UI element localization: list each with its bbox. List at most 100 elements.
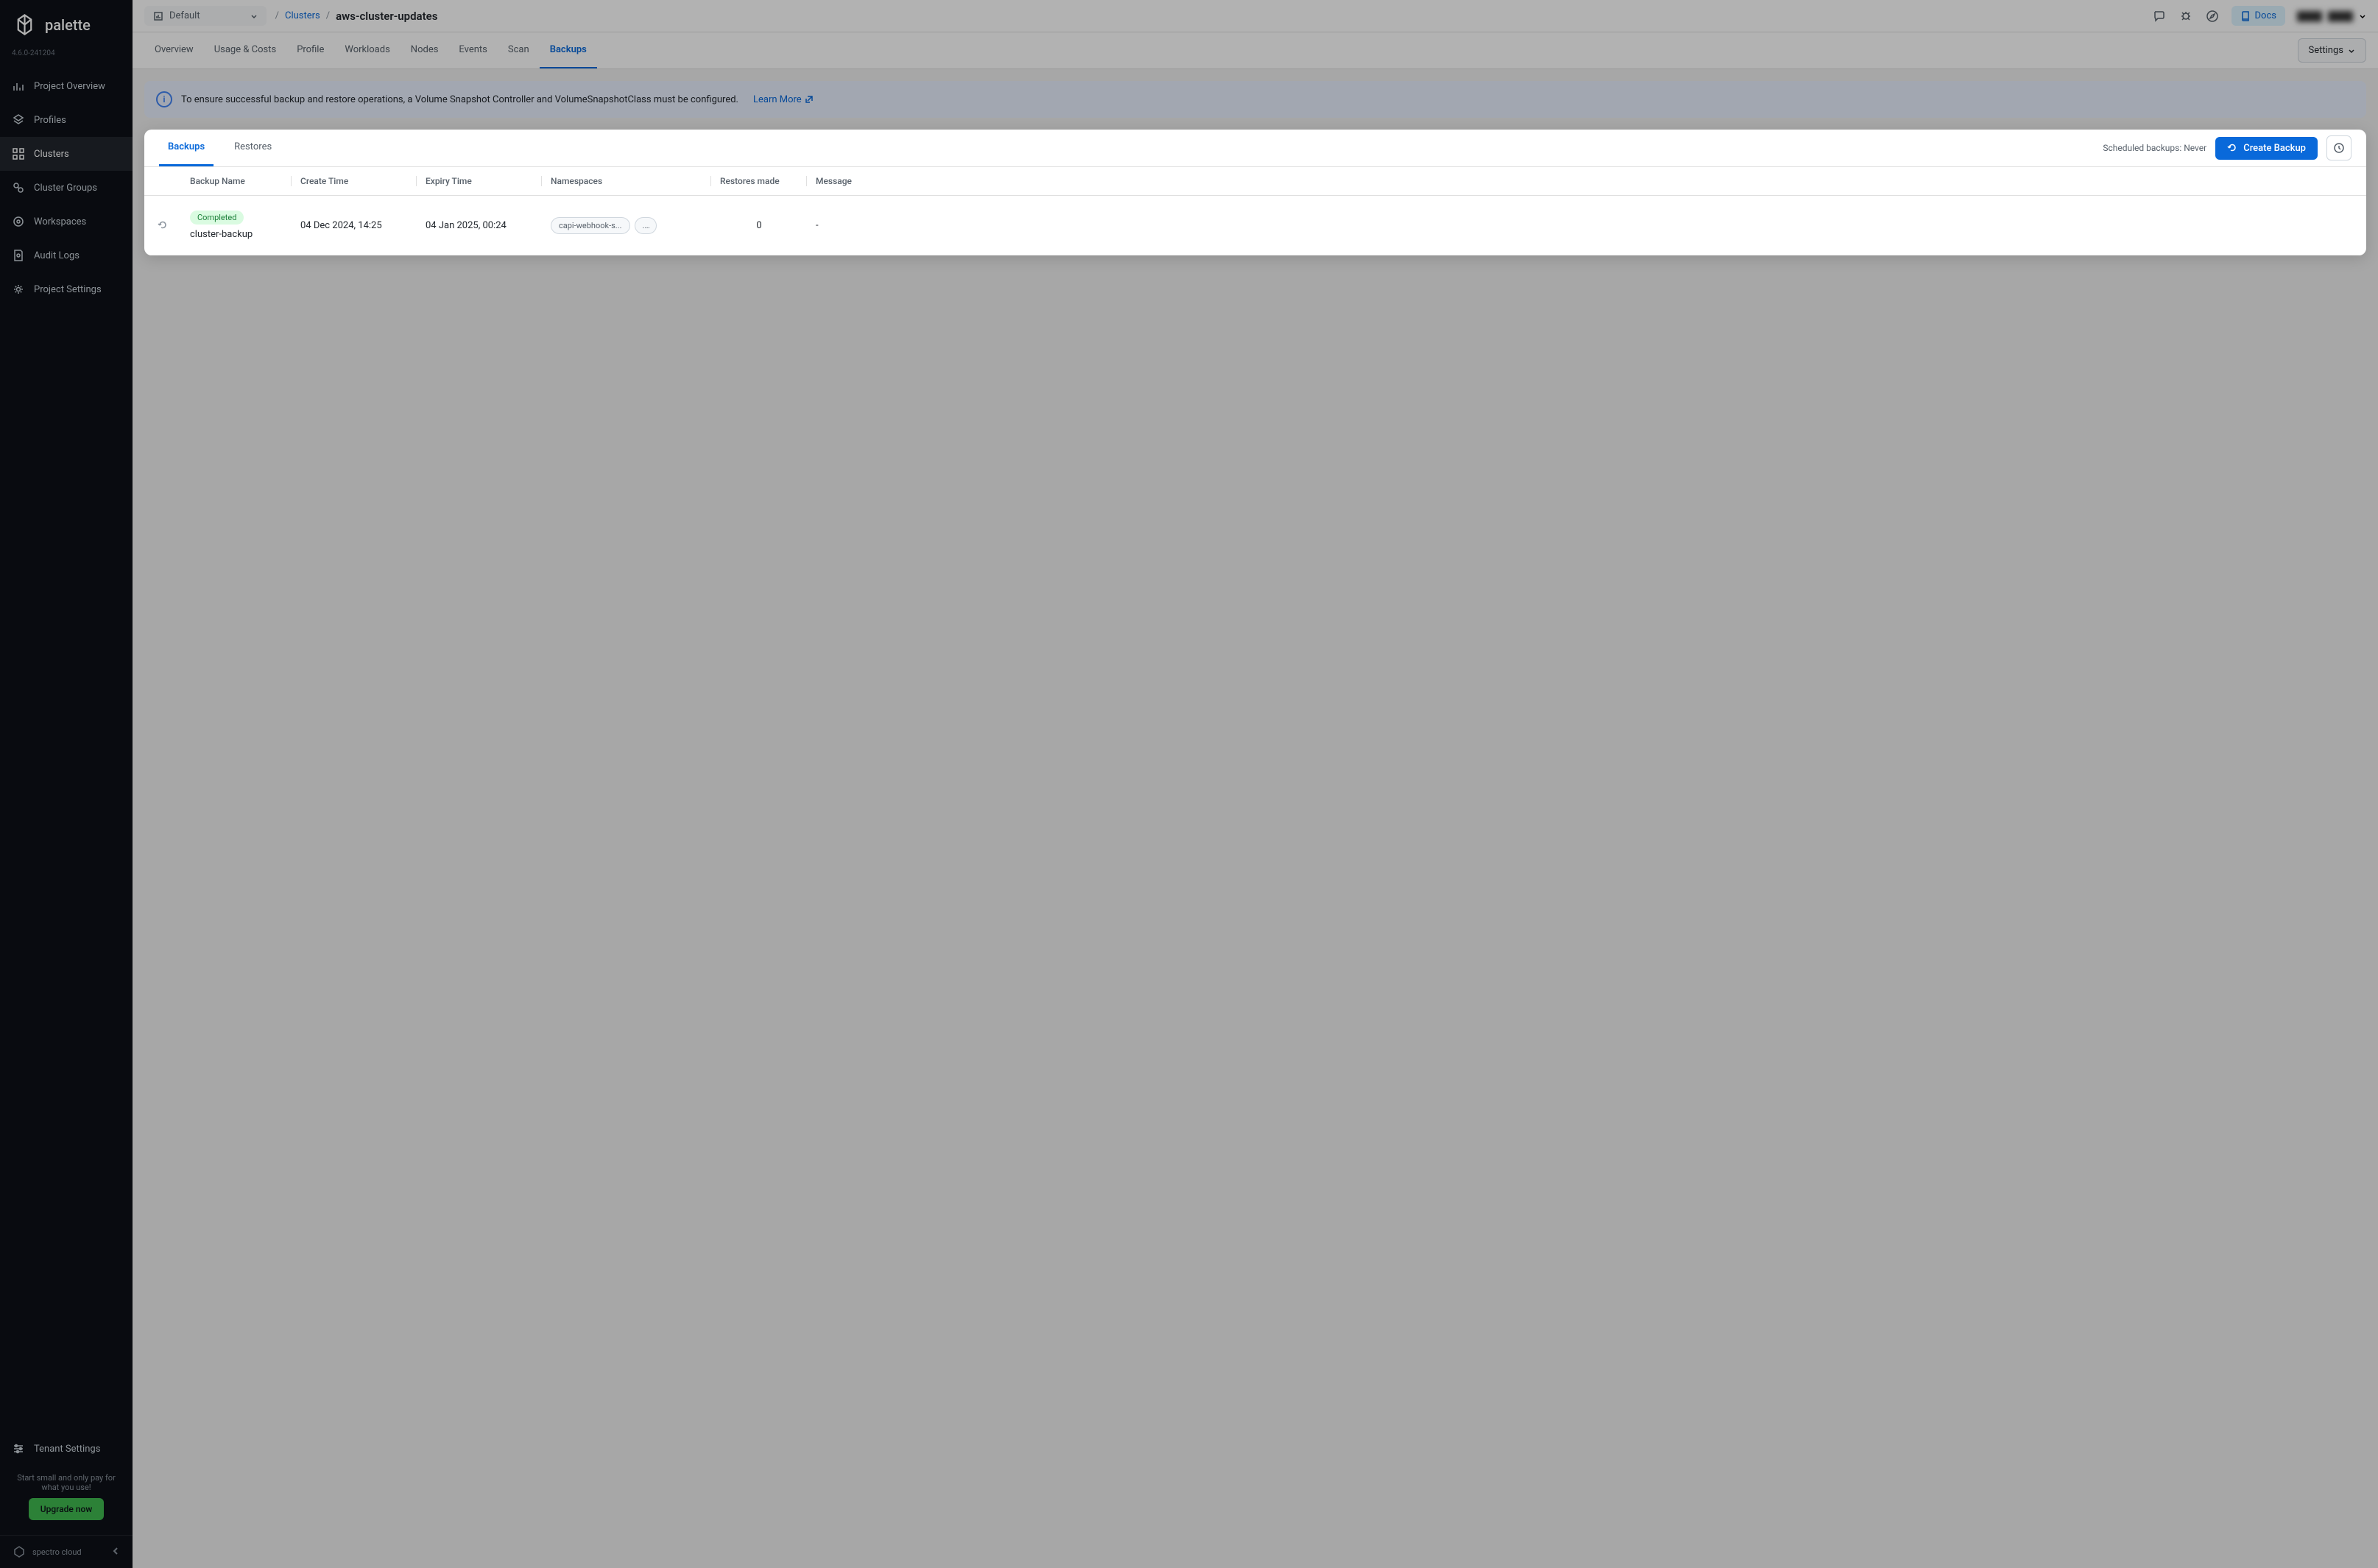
chevron-down-icon: [2348, 47, 2355, 54]
project-name: Default: [169, 10, 200, 21]
chart-icon: [12, 80, 25, 93]
rotate-icon: [157, 219, 169, 231]
user-name: ████: [2297, 11, 2322, 21]
book-icon: [2240, 11, 2251, 21]
th-icon: [144, 176, 181, 186]
backups-table: Backup Name Create Time Expiry Time Name…: [144, 167, 2366, 255]
tab-usage-costs[interactable]: Usage & Costs: [204, 32, 287, 68]
nav-label: Audit Logs: [34, 250, 80, 261]
settings-label: Settings: [2309, 45, 2343, 56]
row-message: -: [807, 220, 2366, 231]
spectro-logo-icon: [12, 1544, 27, 1559]
file-search-icon: [12, 249, 25, 262]
gear-icon: [12, 283, 25, 296]
namespace-more-chip[interactable]: ...: [635, 217, 657, 234]
breadcrumb-sep: /: [275, 10, 279, 21]
collapse-sidebar-icon[interactable]: [110, 1546, 121, 1558]
footer-brand: spectro cloud: [0, 1535, 133, 1568]
row-restore-icon[interactable]: [144, 219, 181, 231]
nav-project-settings[interactable]: Project Settings: [0, 272, 133, 306]
project-selector[interactable]: Default: [144, 6, 267, 26]
tab-events[interactable]: Events: [448, 32, 497, 68]
docs-label: Docs: [2255, 10, 2276, 21]
header-actions: Docs ████ ████: [2152, 6, 2367, 26]
nav-label: Cluster Groups: [34, 183, 97, 194]
docs-button[interactable]: Docs: [2231, 6, 2285, 26]
th-namespaces: Namespaces: [542, 176, 711, 186]
th-expiry-time: Expiry Time: [417, 176, 542, 186]
nav-profiles[interactable]: Profiles: [0, 103, 133, 137]
tab-workloads[interactable]: Workloads: [334, 32, 400, 68]
breadcrumb-clusters-link[interactable]: Clusters: [285, 10, 320, 21]
cluster-tabs: Overview Usage & Costs Profile Workloads…: [133, 32, 2378, 69]
breadcrumb-sep: /: [326, 10, 330, 21]
project-icon: [153, 11, 163, 21]
row-restores: 0: [711, 220, 807, 231]
th-message: Message: [807, 176, 2366, 186]
tab-nodes[interactable]: Nodes: [401, 32, 449, 68]
tab-backups[interactable]: Backups: [540, 32, 597, 68]
info-icon: i: [156, 91, 172, 107]
tab-profile[interactable]: Profile: [286, 32, 334, 68]
nav-clusters[interactable]: Clusters: [0, 137, 133, 171]
learn-more-link[interactable]: Learn More: [753, 94, 814, 105]
brand-name: palette: [45, 16, 91, 34]
alert-text: To ensure successful backup and restore …: [181, 94, 738, 105]
nav-label: Clusters: [34, 149, 69, 160]
nav-label: Profiles: [34, 115, 66, 126]
nav-items: Project Overview Profiles Clusters Clust…: [0, 69, 133, 1424]
sidebar: palette 4.6.0-241204 Project Overview Pr…: [0, 0, 133, 1568]
scheduled-text: Scheduled backups: Never: [2103, 143, 2206, 153]
breadcrumb: / Clusters / aws-cluster-updates: [275, 10, 438, 23]
nav-label: Workspaces: [34, 216, 86, 227]
row-name-cell: Completed cluster-backup: [181, 211, 292, 240]
link-text: Learn More: [753, 94, 802, 105]
namespace-chip: capi-webhook-s...: [551, 217, 630, 234]
user-handle: ████: [2328, 11, 2353, 21]
th-create-time: Create Time: [292, 176, 417, 186]
create-backup-button[interactable]: Create Backup: [2215, 137, 2318, 160]
th-name: Backup Name: [181, 176, 292, 186]
content-area: i To ensure successful backup and restor…: [133, 69, 2378, 1568]
nav-label: Project Overview: [34, 81, 105, 92]
chat-icon[interactable]: [2152, 9, 2167, 24]
version-text: 4.6.0-241204: [0, 49, 133, 69]
header: Default / Clusters / aws-cluster-updates…: [133, 0, 2378, 32]
backup-name: cluster-backup: [190, 229, 283, 240]
layers-icon: [12, 113, 25, 127]
upgrade-text: Start small and only pay for what you us…: [12, 1473, 121, 1492]
user-section[interactable]: ████ ████: [2297, 11, 2366, 21]
nav-workspaces[interactable]: Workspaces: [0, 205, 133, 239]
info-alert: i To ensure successful backup and restor…: [144, 81, 2366, 118]
upgrade-button[interactable]: Upgrade now: [29, 1498, 104, 1520]
compass-icon[interactable]: [2205, 9, 2220, 24]
nav-tenant-settings[interactable]: Tenant Settings: [12, 1432, 121, 1466]
external-link-icon: [805, 95, 814, 104]
cluster-settings-button[interactable]: Settings: [2298, 38, 2366, 63]
tab-overview[interactable]: Overview: [144, 32, 204, 68]
nav-cluster-groups[interactable]: Cluster Groups: [0, 171, 133, 205]
sidebar-bottom: Tenant Settings Start small and only pay…: [0, 1424, 133, 1535]
bug-icon[interactable]: [2178, 9, 2193, 24]
status-badge: Completed: [190, 211, 244, 225]
restore-icon: [2227, 143, 2237, 153]
group-icon: [12, 181, 25, 194]
grid-icon: [12, 147, 25, 160]
nav-project-overview[interactable]: Project Overview: [0, 69, 133, 103]
row-expiry-time: 04 Jan 2025, 00:24: [417, 220, 542, 231]
nav-label: Tenant Settings: [34, 1444, 100, 1455]
panel-tab-backups[interactable]: Backups: [159, 130, 214, 166]
schedule-button[interactable]: [2326, 135, 2351, 160]
panel-tab-restores[interactable]: Restores: [225, 130, 281, 166]
breadcrumb-current: aws-cluster-updates: [336, 10, 437, 23]
footer-brand-text: spectro cloud: [32, 1547, 82, 1557]
chevron-down-icon: [2359, 13, 2366, 20]
logo-section: palette: [0, 0, 133, 49]
nav-audit-logs[interactable]: Audit Logs: [0, 239, 133, 272]
panel-tabs: Backups Restores Scheduled backups: Neve…: [144, 130, 2366, 167]
main-content: Default / Clusters / aws-cluster-updates…: [133, 0, 2378, 1568]
backups-panel: Backups Restores Scheduled backups: Neve…: [144, 130, 2366, 255]
chevron-down-icon: [250, 13, 258, 20]
table-row[interactable]: Completed cluster-backup 04 Dec 2024, 14…: [144, 196, 2366, 255]
tab-scan[interactable]: Scan: [498, 32, 540, 68]
